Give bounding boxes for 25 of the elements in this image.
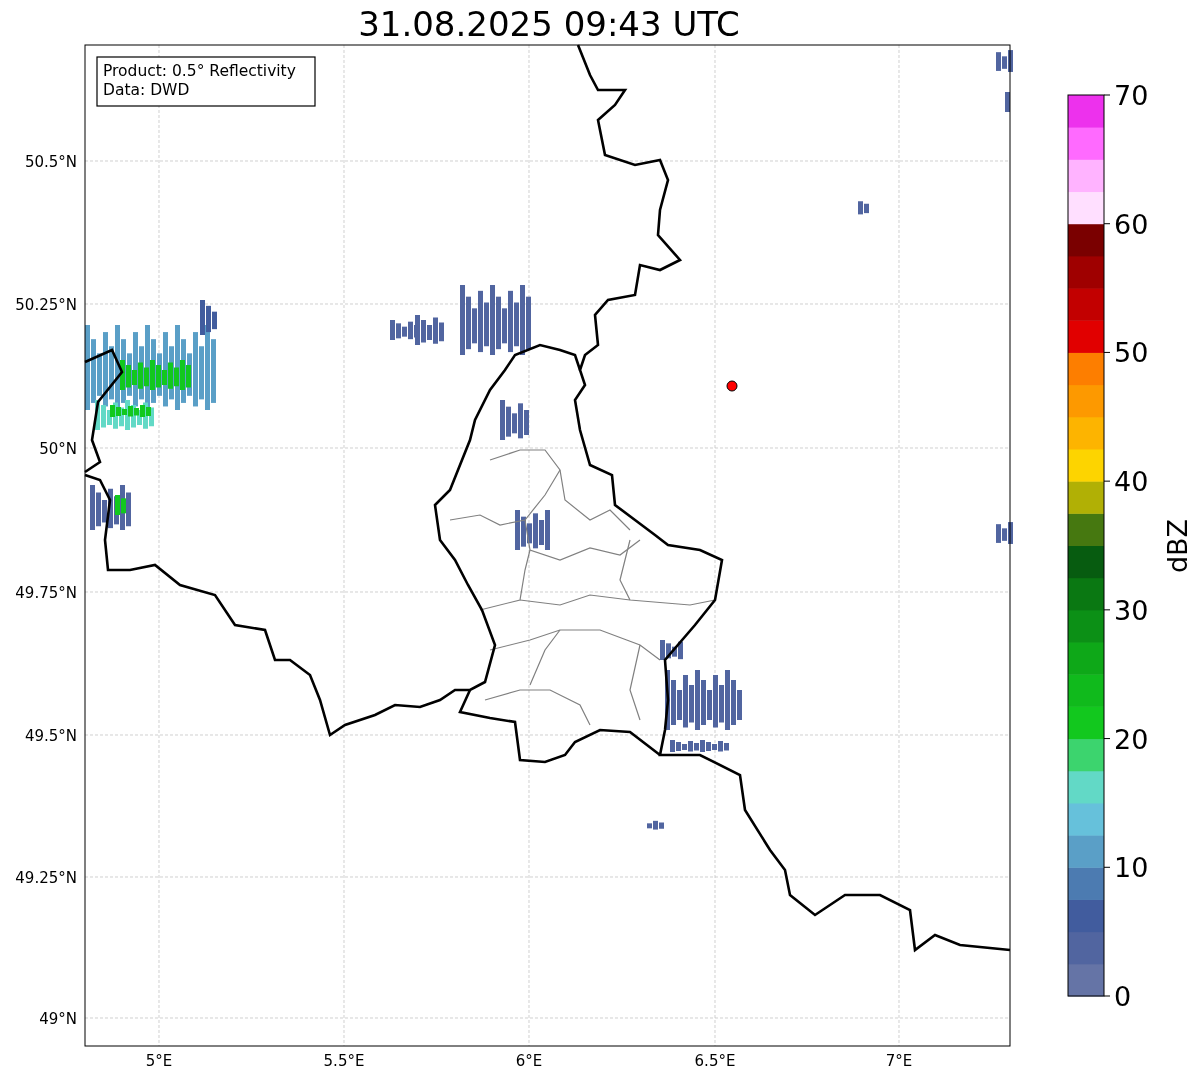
colorbar-tick-label: 60: [1114, 208, 1149, 240]
latitude-label: 50.25°N: [15, 296, 77, 314]
chart-title: 31.08.2025 09:43 UTC: [358, 4, 740, 44]
longitude-label: 6.5°E: [694, 1052, 736, 1070]
latitude-label: 49.75°N: [15, 584, 77, 602]
radar-site-marker: [726, 380, 738, 392]
info-text: Product: 0.5° Reflectivity: [103, 62, 296, 80]
longitude-label: 5.5°E: [323, 1052, 365, 1070]
latitude-label: 49.5°N: [24, 727, 77, 745]
colorbar-tick-label: 30: [1114, 594, 1149, 626]
colorbar-tick-label: 20: [1114, 723, 1149, 755]
info-text: Data: DWD: [103, 81, 190, 99]
colorbar-tick-label: 10: [1114, 852, 1149, 884]
colorbar-tick-label: 0: [1114, 981, 1132, 1012]
latitude-label: 50.5°N: [24, 153, 77, 171]
colorbar-label: dBZ: [1162, 518, 1193, 574]
longitude-label: 7°E: [885, 1052, 913, 1070]
latitude-label: 49°N: [39, 1010, 77, 1028]
longitude-label: 5°E: [145, 1052, 173, 1070]
colorbar-tick-label: 50: [1114, 337, 1149, 369]
latitude-label: 50°N: [39, 440, 77, 458]
latitude-label: 49.25°N: [15, 869, 77, 887]
colorbar-tick-label: 40: [1114, 466, 1149, 498]
colorbar-tick-label: 70: [1114, 80, 1149, 111]
longitude-label: 6°E: [515, 1052, 543, 1070]
